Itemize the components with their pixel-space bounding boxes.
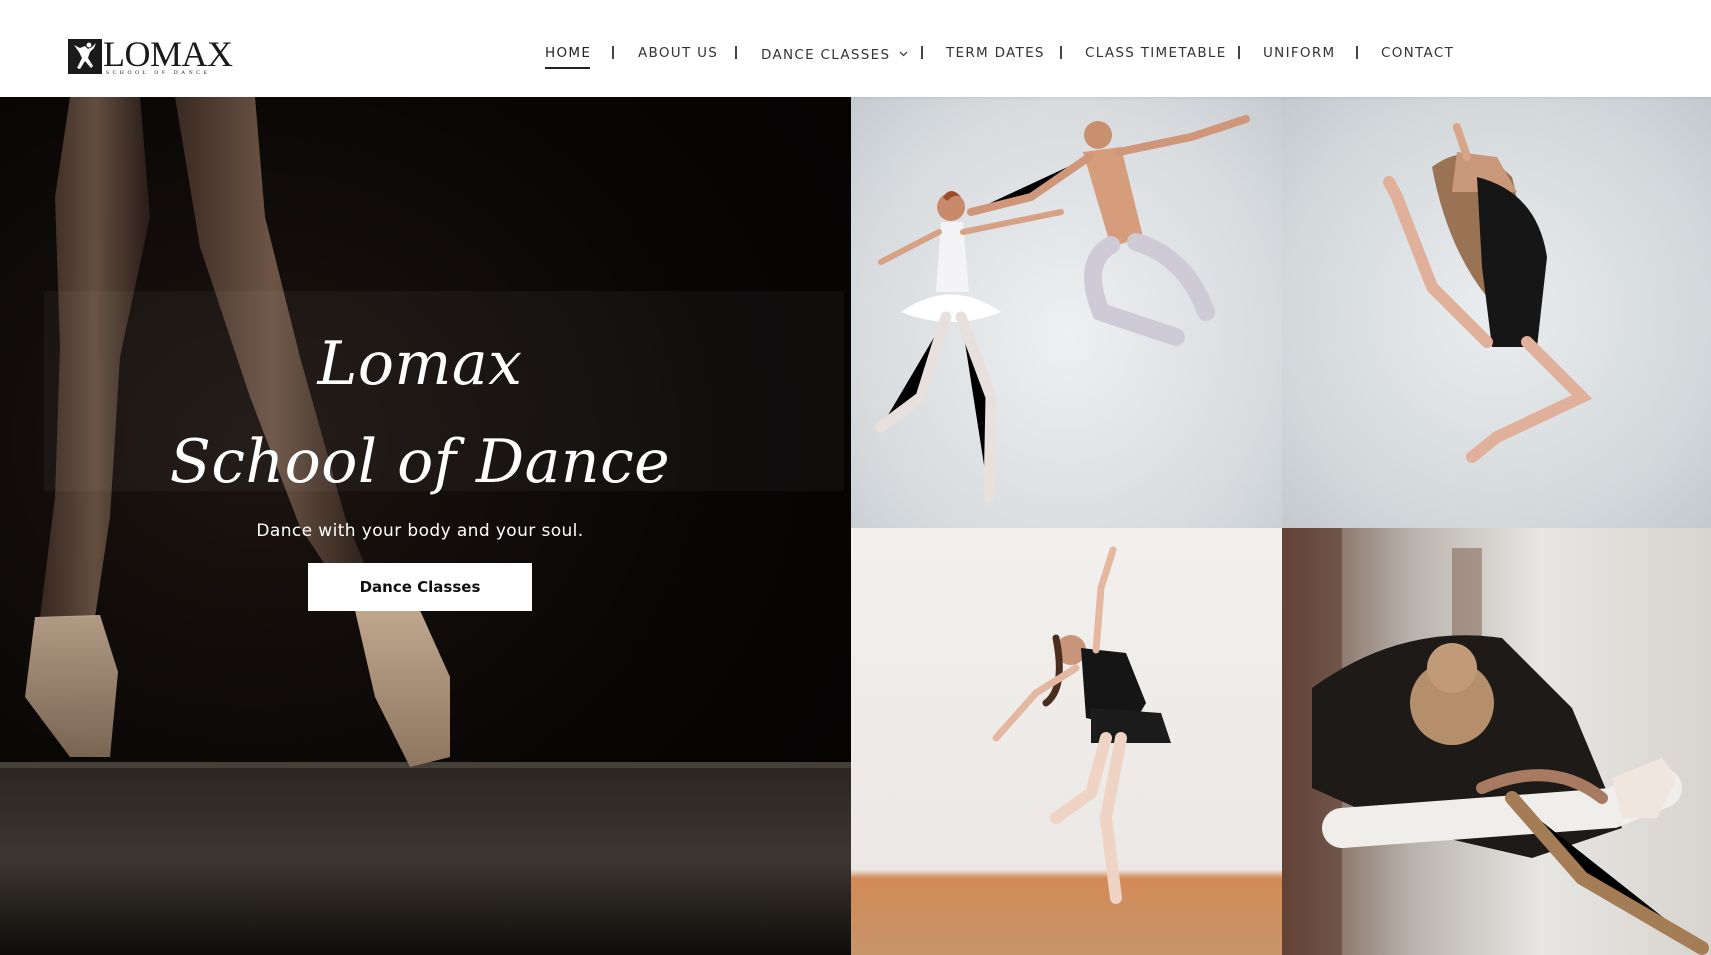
gallery-image-arching-dancer [851, 528, 1282, 955]
gallery-image-stretching-dancer [1282, 528, 1711, 955]
nav-term-dates-label: TERM DATES [946, 45, 1045, 61]
nav-dance-classes[interactable]: DANCE CLASSES [761, 44, 908, 64]
nav-about-us-label: ABOUT US [638, 45, 719, 61]
hero-title-line-2: School of Dance [169, 427, 671, 497]
nav-home-label: HOME [545, 45, 592, 61]
nav-contact[interactable]: CONTACT [1381, 44, 1454, 62]
nav-class-timetable-label: CLASS TIMETABLE [1085, 45, 1227, 61]
nav-about-us[interactable]: ABOUT US [638, 44, 718, 62]
gallery-image-dancing-couple [851, 97, 1282, 528]
gallery-image-leaping-dancer [1282, 97, 1711, 528]
nav-separator [1356, 46, 1358, 59]
nav-separator [735, 46, 737, 59]
dance-classes-button[interactable]: Dance Classes [308, 563, 532, 611]
site-header: LOMAX SCHOOL OF DANCE HOME ABOUT US DANC… [0, 0, 1711, 97]
hero-subtitle: Dance with your body and your soul. [256, 521, 584, 541]
nav-class-timetable[interactable]: CLASS TIMETABLE [1085, 44, 1227, 62]
hero-title-line-1: Lomax [317, 329, 523, 399]
site-logo[interactable]: LOMAX SCHOOL OF DANCE [68, 36, 233, 79]
dancer-logo-icon [68, 39, 102, 74]
nav-term-dates[interactable]: TERM DATES [946, 44, 1045, 62]
nav-home[interactable]: HOME [545, 44, 592, 69]
chevron-down-icon [899, 44, 908, 62]
nav-separator [612, 46, 614, 59]
logo-wordmark: LOMAX [103, 34, 233, 74]
nav-uniform[interactable]: UNIFORM [1263, 44, 1335, 62]
nav-dance-classes-label: DANCE CLASSES [761, 47, 891, 63]
nav-uniform-label: UNIFORM [1263, 45, 1336, 61]
nav-active-underline [545, 67, 590, 69]
nav-separator [921, 46, 923, 59]
nav-separator [1238, 46, 1240, 59]
nav-separator [1060, 46, 1062, 59]
hero-section: Lomax School of Dance Dance with your bo… [0, 97, 851, 955]
nav-contact-label: CONTACT [1381, 45, 1455, 61]
logo-tagline: SCHOOL OF DANCE [106, 70, 211, 76]
